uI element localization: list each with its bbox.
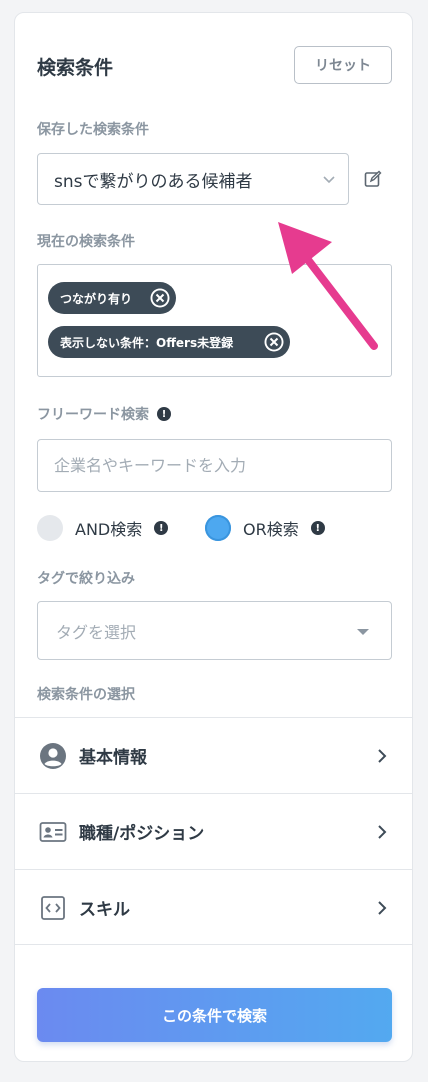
id-card-icon (39, 822, 67, 842)
freeword-label-row: フリーワード検索 ! (37, 404, 171, 424)
section-skill[interactable]: スキル (15, 869, 412, 945)
search-condition-panel: 検索条件 リセット 保存した検索条件 snsで繋がりのある候補者 現在の検索条件… (14, 12, 413, 1062)
section-job-position[interactable]: 職種/ポジション (15, 793, 412, 869)
section-label: 職種/ポジション (79, 824, 205, 844)
condition-chip: 表示しない条件：Offers未登録 (48, 326, 290, 358)
tag-filter-label: タグで絞り込み (37, 571, 135, 587)
section-label: 基本情報 (79, 748, 147, 768)
reset-button[interactable]: リセット (294, 46, 392, 84)
info-icon[interactable]: ! (154, 521, 169, 535)
edit-icon[interactable] (364, 170, 382, 188)
and-radio-label: AND検索 (75, 520, 143, 539)
code-icon (41, 896, 65, 920)
info-icon[interactable]: ! (157, 407, 171, 421)
submit-search-button[interactable]: この条件で検索 (37, 988, 392, 1042)
saved-conditions-select[interactable]: snsで繋がりのある候補者 (37, 153, 349, 205)
chevron-right-icon (378, 749, 387, 763)
or-radio[interactable] (205, 515, 231, 541)
and-search-option[interactable]: AND検索 ! (37, 515, 169, 541)
panel-title: 検索条件 (37, 57, 114, 79)
tag-select-placeholder: タグを選択 (56, 622, 137, 642)
chevron-right-icon (378, 825, 387, 839)
section-label: スキル (79, 899, 130, 920)
chip-label: 表示しない条件：Offers未登録 (60, 335, 234, 350)
or-radio-label: OR検索 (243, 520, 299, 539)
freeword-label: フリーワード検索 (37, 407, 149, 423)
condition-chip: つながり有り (48, 282, 176, 314)
chip-label: つながり有り (60, 291, 133, 306)
or-search-option[interactable]: OR検索 ! (205, 515, 325, 541)
saved-conditions-value: snsで繋がりのある候補者 (54, 171, 253, 192)
chevron-down-icon (323, 176, 335, 184)
info-icon[interactable]: ! (310, 521, 325, 535)
tag-select[interactable]: タグを選択 (37, 601, 392, 660)
user-circle-icon (40, 743, 66, 769)
caret-down-icon (357, 629, 369, 635)
freeword-input[interactable] (37, 439, 392, 492)
annotation-arrow-icon (278, 222, 378, 350)
chevron-right-icon (378, 901, 387, 915)
saved-conditions-label: 保存した検索条件 (37, 122, 149, 138)
and-radio[interactable] (37, 515, 63, 541)
condition-selection-label: 検索条件の選択 (37, 687, 135, 703)
current-conditions-label: 現在の検索条件 (37, 234, 135, 250)
section-basic-info[interactable]: 基本情報 (15, 717, 412, 793)
close-icon[interactable] (148, 286, 172, 310)
